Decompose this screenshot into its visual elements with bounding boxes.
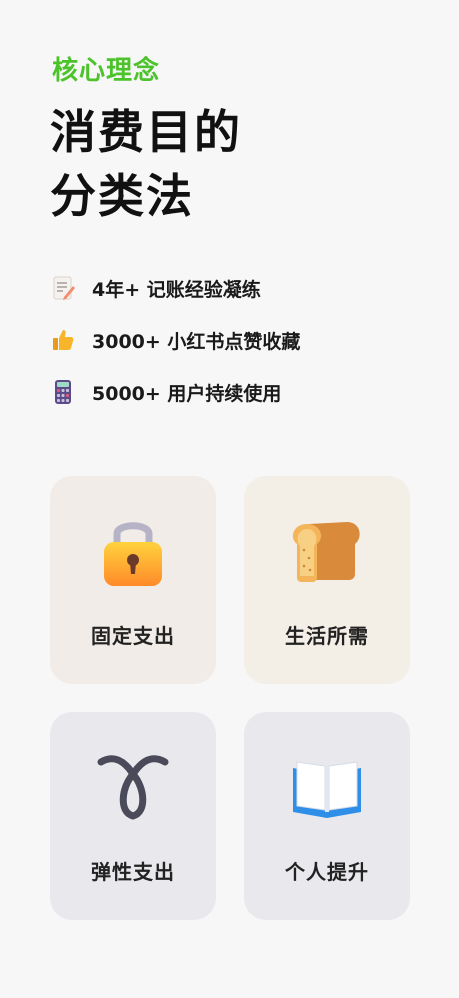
bread-icon	[292, 522, 360, 582]
category-card-self-improvement[interactable]: 个人提升	[244, 712, 410, 920]
memo-icon	[53, 276, 75, 300]
page-title: 消费目的 分类法	[50, 100, 242, 228]
card-label: 固定支出	[91, 624, 175, 648]
lock-icon	[104, 522, 162, 586]
eyebrow-label: 核心理念	[52, 56, 161, 86]
calculator-icon	[55, 380, 71, 404]
card-label: 生活所需	[285, 624, 369, 648]
feature-item: 3000+ 小红书点赞收藏	[50, 314, 300, 366]
category-card-living-needs[interactable]: 生活所需	[244, 476, 410, 684]
feature-item: 4年+ 记账经验凝练	[50, 262, 300, 314]
feature-text: 4年+ 记账经验凝练	[92, 278, 261, 301]
card-label: 弹性支出	[91, 860, 175, 884]
category-card-fixed-expense[interactable]: 固定支出	[50, 476, 216, 684]
open-book-icon	[293, 761, 361, 818]
card-label: 个人提升	[285, 860, 369, 884]
feature-text: 3000+ 小红书点赞收藏	[92, 330, 301, 353]
feature-item: 5000+ 用户持续使用	[50, 366, 300, 418]
category-card-flexible-expense[interactable]: 弹性支出	[50, 712, 216, 920]
feature-text: 5000+ 用户持续使用	[92, 382, 282, 405]
title-line-1: 消费目的	[50, 105, 242, 159]
title-line-2: 分类法	[50, 169, 194, 223]
thumbs-up-icon	[53, 330, 74, 350]
loop-icon	[97, 755, 169, 820]
feature-list: 4年+ 记账经验凝练 3000+ 小红书点赞收藏 5000+ 用户持续使用	[50, 262, 300, 418]
